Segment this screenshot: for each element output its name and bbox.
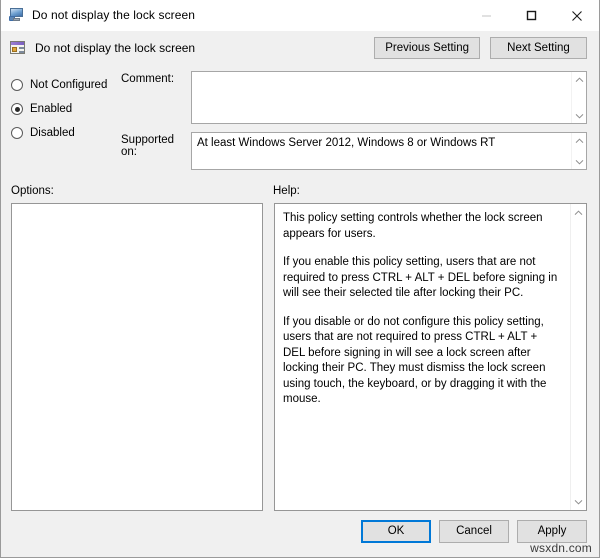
radio-indicator-enabled[interactable]	[11, 103, 23, 115]
policy-header-row: Do not display the lock screen Previous …	[1, 31, 599, 65]
dialog-footer: OK Cancel Apply wsxdn.com	[1, 511, 599, 557]
supported-on-label: Supported on:	[121, 124, 191, 158]
supported-on-value: At least Windows Server 2012, Windows 8 …	[192, 133, 571, 169]
panels-area: This policy setting controls whether the…	[1, 203, 599, 511]
help-paragraph: If you disable or do not configure this …	[283, 315, 561, 408]
help-text-content: This policy setting controls whether the…	[275, 204, 570, 510]
help-paragraph: This policy setting controls whether the…	[283, 211, 561, 242]
radio-not-configured[interactable]: Not Configured	[11, 73, 109, 97]
help-scrollbar[interactable]	[570, 204, 586, 510]
help-paragraph: If you enable this policy setting, users…	[283, 255, 561, 302]
radio-enabled[interactable]: Enabled	[11, 97, 109, 121]
supported-on-box: At least Windows Server 2012, Windows 8 …	[191, 132, 587, 170]
previous-setting-button[interactable]: Previous Setting	[374, 37, 480, 59]
help-label: Help:	[273, 185, 300, 201]
comment-label: Comment:	[121, 71, 191, 85]
state-radio-group: Not Configured Enabled Disabled	[11, 71, 109, 177]
comment-field-row: Comment:	[121, 71, 587, 124]
supported-on-field-row: Supported on: At least Windows Server 20…	[121, 124, 587, 170]
radio-label-not-configured: Not Configured	[30, 79, 107, 91]
panel-label-row: Options: Help:	[1, 177, 599, 203]
scroll-up-icon[interactable]	[573, 74, 586, 85]
cancel-button[interactable]: Cancel	[439, 520, 509, 543]
ok-button[interactable]: OK	[361, 520, 431, 543]
radio-label-disabled: Disabled	[30, 127, 75, 139]
options-panel[interactable]	[11, 203, 263, 511]
minimize-icon[interactable]	[464, 0, 509, 31]
radio-indicator-not-configured[interactable]	[11, 79, 23, 91]
group-policy-setting-icon	[9, 39, 27, 57]
help-panel: This policy setting controls whether the…	[274, 203, 587, 511]
apply-button[interactable]: Apply	[517, 520, 587, 543]
scroll-up-icon[interactable]	[573, 135, 586, 146]
radio-indicator-disabled[interactable]	[11, 127, 23, 139]
comment-scrollbar[interactable]	[571, 72, 586, 123]
window-title: Do not display the lock screen	[32, 8, 464, 22]
radio-disabled[interactable]: Disabled	[11, 121, 109, 145]
scroll-down-icon[interactable]	[572, 496, 585, 507]
scroll-down-icon[interactable]	[573, 156, 586, 167]
policy-name-label: Do not display the lock screen	[35, 41, 195, 55]
supported-on-scrollbar[interactable]	[571, 133, 586, 169]
comment-input[interactable]	[192, 72, 571, 123]
field-column: Comment: Supported on: At	[109, 71, 587, 177]
caption-button-group	[464, 0, 599, 31]
options-label: Options:	[11, 185, 273, 201]
navigation-buttons: Previous Setting Next Setting	[374, 37, 587, 59]
policy-setting-dialog: Do not display the lock screen	[0, 0, 600, 558]
monitor-policy-icon	[9, 7, 25, 23]
scroll-down-icon[interactable]	[573, 110, 586, 121]
next-setting-button[interactable]: Next Setting	[490, 37, 587, 59]
setting-state-area: Not Configured Enabled Disabled Comment:	[1, 65, 599, 177]
radio-label-enabled: Enabled	[30, 103, 72, 115]
close-icon[interactable]	[554, 0, 599, 31]
title-bar[interactable]: Do not display the lock screen	[1, 0, 599, 31]
comment-input-box[interactable]	[191, 71, 587, 124]
maximize-icon[interactable]	[509, 0, 554, 31]
watermark-label: wsxdn.com	[530, 541, 592, 555]
scroll-up-icon[interactable]	[572, 207, 585, 218]
